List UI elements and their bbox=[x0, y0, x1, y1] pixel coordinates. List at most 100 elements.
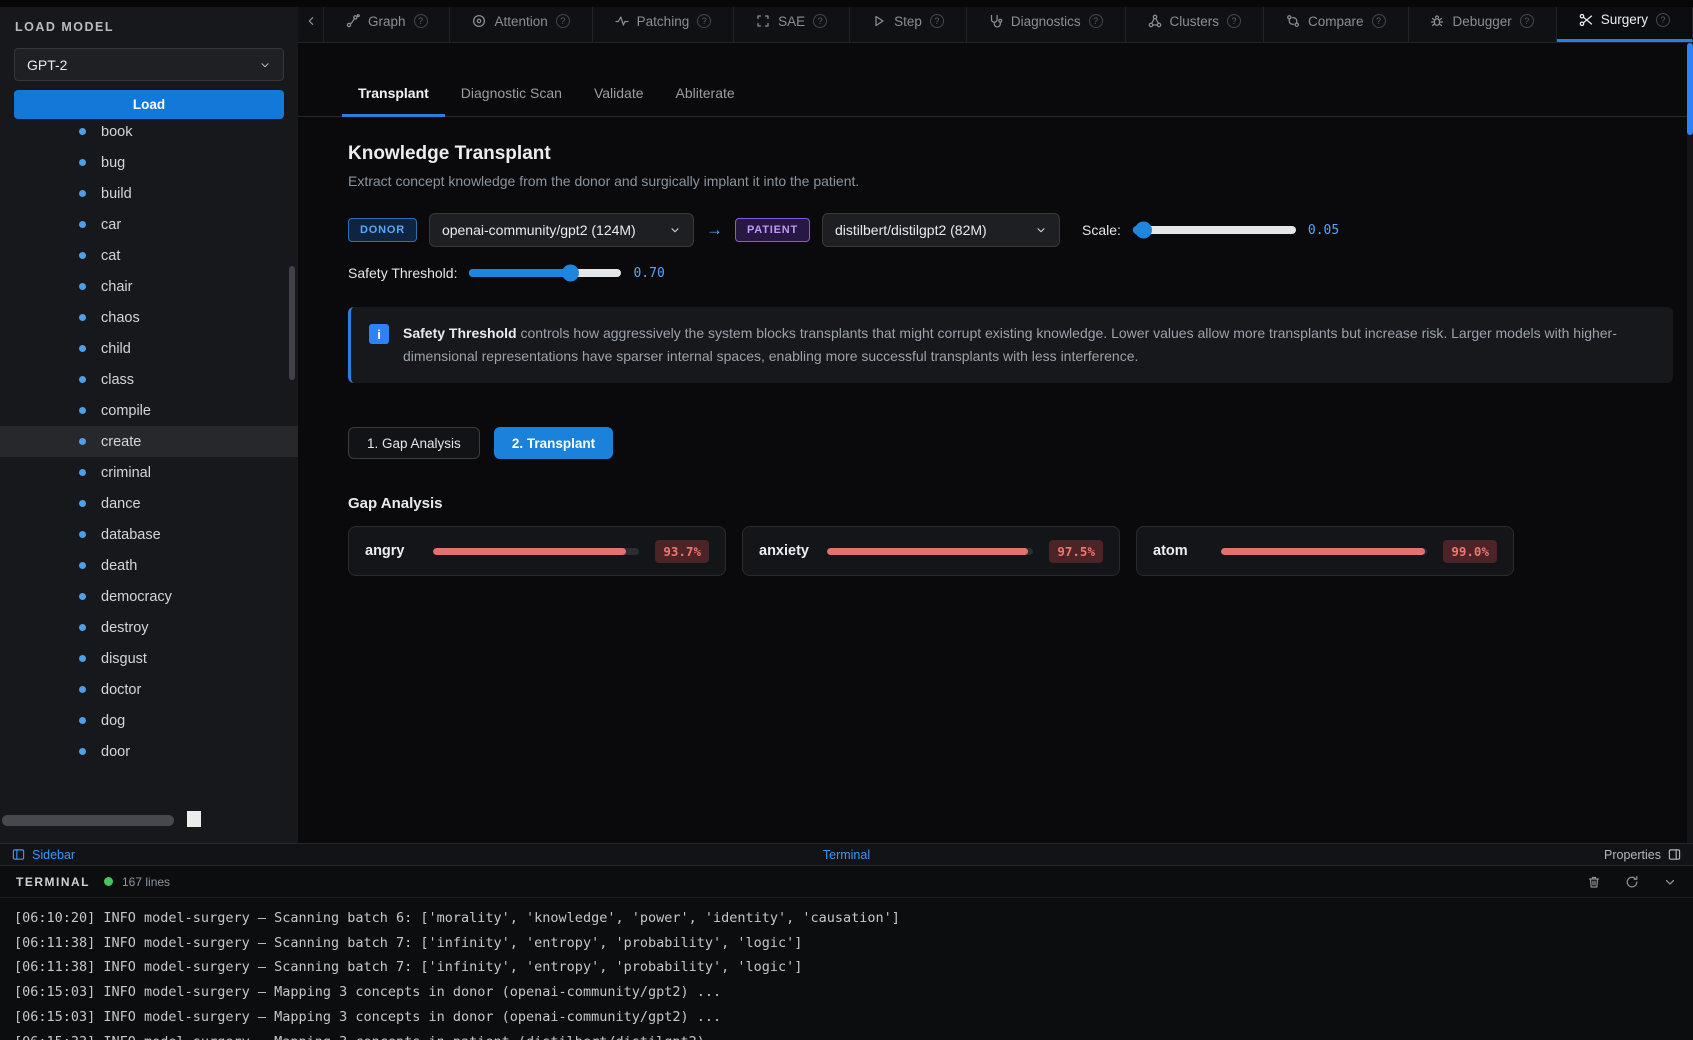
gap-percent-badge: 93.7% bbox=[655, 540, 709, 563]
donor-model-select[interactable]: openai-community/gpt2 (124M) bbox=[429, 213, 694, 247]
donor-badge: DONOR bbox=[348, 218, 417, 242]
concept-item-compile[interactable]: compile bbox=[0, 395, 298, 426]
concept-item-death[interactable]: death bbox=[0, 550, 298, 581]
help-icon bbox=[1089, 14, 1103, 28]
eye-icon bbox=[472, 14, 486, 28]
sidebar-vertical-scrollbar[interactable] bbox=[289, 266, 295, 380]
concept-item-destroy[interactable]: destroy bbox=[0, 612, 298, 643]
help-icon bbox=[697, 14, 711, 28]
main-scrollbar-thumb[interactable] bbox=[1687, 43, 1693, 135]
bullet-icon bbox=[79, 190, 86, 197]
concept-item-database[interactable]: database bbox=[0, 519, 298, 550]
compare-icon bbox=[1286, 14, 1300, 28]
concept-item-bug[interactable]: bug bbox=[0, 147, 298, 178]
concept-item-disgust[interactable]: disgust bbox=[0, 643, 298, 674]
cluster-icon bbox=[1148, 14, 1162, 28]
log-line: [06:11:38] INFO model-surgery — Scanning… bbox=[14, 955, 1693, 980]
top-strip bbox=[0, 0, 1693, 7]
refresh-button[interactable] bbox=[1625, 875, 1639, 889]
help-icon bbox=[556, 14, 570, 28]
scissors-icon bbox=[1579, 13, 1593, 27]
help-icon bbox=[414, 14, 428, 28]
main-panel: Transplant Diagnostic Scan Validate Abli… bbox=[298, 43, 1693, 843]
concept-item-car[interactable]: car bbox=[0, 209, 298, 240]
stethoscope-icon bbox=[989, 14, 1003, 28]
resize-grip[interactable] bbox=[187, 811, 201, 827]
help-icon bbox=[813, 14, 827, 28]
collapse-terminal-button[interactable] bbox=[1663, 875, 1677, 889]
concept-item-doctor[interactable]: doctor bbox=[0, 674, 298, 705]
concept-item-create[interactable]: create bbox=[0, 426, 298, 457]
subtab-transplant[interactable]: Transplant bbox=[342, 85, 445, 117]
info-icon bbox=[369, 324, 389, 344]
concept-item-dog[interactable]: dog bbox=[0, 705, 298, 736]
concept-item-democracy[interactable]: democracy bbox=[0, 581, 298, 612]
slider-thumb[interactable] bbox=[562, 265, 579, 282]
page-subtitle: Extract concept knowledge from the donor… bbox=[348, 173, 1677, 189]
page-title: Knowledge Transplant bbox=[348, 143, 1677, 165]
safety-threshold-label: Safety Threshold: bbox=[348, 265, 457, 281]
safety-threshold-slider[interactable] bbox=[469, 269, 621, 277]
bug-icon bbox=[1430, 14, 1444, 28]
gap-analysis-button[interactable]: 1. Gap Analysis bbox=[348, 427, 480, 459]
concept-item-child[interactable]: child bbox=[0, 333, 298, 364]
safety-threshold-value: 0.70 bbox=[633, 266, 664, 281]
help-icon bbox=[930, 14, 944, 28]
bullet-icon bbox=[79, 221, 86, 228]
info-text: Safety Threshold controls how aggressive… bbox=[403, 322, 1655, 368]
bullet-icon bbox=[79, 469, 86, 476]
subtab-validate[interactable]: Validate bbox=[578, 85, 660, 117]
main-scrollbar-track[interactable] bbox=[1687, 43, 1693, 843]
clear-terminal-button[interactable] bbox=[1587, 875, 1601, 889]
waveform-icon bbox=[615, 14, 629, 28]
bullet-icon bbox=[79, 686, 86, 693]
gap-percent-badge: 97.5% bbox=[1049, 540, 1103, 563]
concept-item-class[interactable]: class bbox=[0, 364, 298, 395]
concept-item-chair[interactable]: chair bbox=[0, 271, 298, 302]
subtab-diagnostic-scan[interactable]: Diagnostic Scan bbox=[445, 85, 578, 117]
terminal-header: TERMINAL 167 lines bbox=[0, 866, 1693, 898]
concept-item-dance[interactable]: dance bbox=[0, 488, 298, 519]
help-icon bbox=[1372, 14, 1386, 28]
transplant-button[interactable]: 2. Transplant bbox=[494, 427, 613, 459]
log-line: [06:15:33] INFO model-surgery — Mapping … bbox=[14, 1030, 1693, 1040]
gap-progress-bar bbox=[1221, 548, 1427, 555]
model-select-value: GPT-2 bbox=[27, 57, 67, 73]
slider-thumb[interactable] bbox=[1135, 222, 1152, 239]
help-icon bbox=[1656, 13, 1670, 27]
graph-icon bbox=[346, 14, 360, 28]
concept-item-cat[interactable]: cat bbox=[0, 240, 298, 271]
chevron-down-icon bbox=[1663, 875, 1677, 889]
load-button[interactable]: Load bbox=[14, 90, 284, 119]
brackets-icon bbox=[756, 14, 770, 28]
log-line: [06:15:03] INFO model-surgery — Mapping … bbox=[14, 1005, 1693, 1030]
gap-cards: angry 93.7% anxiety 97.5% atom 99.0% bbox=[348, 526, 1677, 576]
terminal-line-count: 167 lines bbox=[122, 875, 170, 889]
concept-item-chaos[interactable]: chaos bbox=[0, 302, 298, 333]
subtab-abliterate[interactable]: Abliterate bbox=[660, 85, 751, 117]
bullet-icon bbox=[79, 314, 86, 321]
concept-item-door[interactable]: door bbox=[0, 736, 298, 758]
bullet-icon bbox=[79, 531, 86, 538]
gap-analysis-heading: Gap Analysis bbox=[348, 495, 1677, 512]
terminal-toggle[interactable]: Terminal bbox=[0, 848, 1693, 862]
patient-model-select[interactable]: distilbert/distilgpt2 (82M) bbox=[822, 213, 1060, 247]
refresh-icon bbox=[1625, 875, 1639, 889]
gap-card-atom: atom 99.0% bbox=[1136, 526, 1514, 576]
bullet-icon bbox=[79, 345, 86, 352]
concept-item-criminal[interactable]: criminal bbox=[0, 457, 298, 488]
bullet-icon bbox=[79, 252, 86, 259]
concept-item-book[interactable]: book bbox=[0, 126, 298, 147]
panel-toggle-bar: Sidebar Terminal Properties bbox=[0, 843, 1693, 866]
scale-slider[interactable] bbox=[1133, 226, 1296, 234]
help-icon bbox=[1227, 14, 1241, 28]
gap-card-anxiety: anxiety 97.5% bbox=[742, 526, 1120, 576]
bullet-icon bbox=[79, 748, 86, 755]
sidebar-horizontal-scrollbar[interactable] bbox=[2, 815, 174, 826]
status-dot-icon bbox=[104, 877, 113, 886]
log-line: [06:15:03] INFO model-surgery — Mapping … bbox=[14, 980, 1693, 1005]
concept-item-build[interactable]: build bbox=[0, 178, 298, 209]
chevron-down-icon bbox=[669, 224, 681, 236]
bullet-icon bbox=[79, 159, 86, 166]
model-select[interactable]: GPT-2 bbox=[14, 48, 284, 81]
